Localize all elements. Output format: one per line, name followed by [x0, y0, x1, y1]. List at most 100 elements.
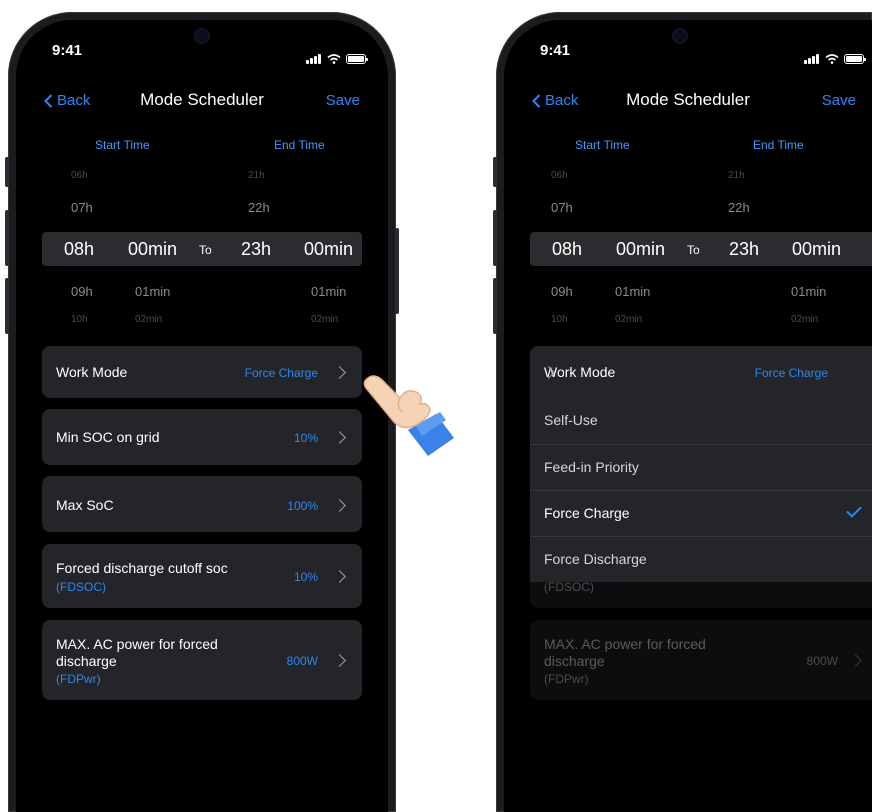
max-soc-label: Max SoC — [56, 497, 114, 513]
front-camera — [674, 30, 686, 42]
mode-option-self-use[interactable]: Self-Use — [530, 398, 872, 444]
work-mode-row[interactable]: Work Mode Force Charge — [42, 346, 362, 398]
fdpwr-label-line2: discharge — [56, 653, 117, 669]
pointing-hand-icon — [363, 375, 454, 456]
end-hour-option[interactable]: 21h — [248, 170, 265, 181]
min-soc-row[interactable]: Min SOC on grid 10% — [42, 409, 362, 465]
end-minute-option[interactable]: 01min — [791, 284, 826, 299]
mode-option-label: Force Charge — [544, 505, 630, 521]
end-hour-option[interactable]: 21h — [728, 170, 745, 181]
fdsoc-label: Forced discharge cutoff soc — [56, 560, 228, 576]
status-bar: 9:41 — [504, 42, 872, 64]
start-hour-option[interactable]: 07h — [551, 200, 573, 215]
fdsoc-row[interactable]: Forced discharge cutoff soc (FDSOC) 10% — [42, 544, 362, 608]
picker-row[interactable]: 09h 01min 01min — [16, 284, 388, 304]
end-minute-selected[interactable]: 00min — [304, 239, 353, 260]
volume-up-button — [493, 210, 497, 266]
front-camera — [196, 30, 208, 42]
mute-switch — [5, 157, 9, 187]
mode-option-label: Force Discharge — [544, 551, 647, 567]
start-minute-option[interactable]: 02min — [615, 314, 642, 325]
start-minute-option[interactable]: 02min — [135, 314, 162, 325]
chevron-right-icon — [333, 366, 346, 379]
end-minute-option[interactable]: 01min — [311, 284, 346, 299]
fdsoc-value: 10% — [293, 570, 318, 584]
fdpwr-value: 800W — [286, 654, 318, 668]
signal-icon — [804, 46, 820, 64]
work-mode-dropdown: Work Mode Force Charge Self-Use Feed-in … — [530, 346, 872, 582]
start-minute-option[interactable]: 01min — [615, 284, 650, 299]
to-label: To — [687, 243, 700, 257]
chevron-right-icon — [333, 431, 346, 444]
fdpwr-sub: (FDPwr) — [544, 672, 589, 686]
picker-row[interactable]: 07h 22h — [16, 200, 388, 220]
status-icons — [804, 46, 866, 64]
phone-left: 9:41 Back Mode Scheduler Save Start Time… — [5, 12, 399, 812]
power-button — [395, 228, 399, 314]
mode-option-feed-in-priority[interactable]: Feed-in Priority — [530, 444, 872, 491]
mode-option-label: Self-Use — [544, 412, 598, 428]
status-icons — [306, 46, 368, 64]
start-time-label: Start Time — [95, 138, 150, 152]
start-hour-option[interactable]: 09h — [551, 284, 573, 299]
screen: 9:41 Back Mode Scheduler Save Start Time… — [16, 20, 388, 812]
start-minute-selected[interactable]: 00min — [616, 239, 665, 260]
volume-up-button — [5, 210, 9, 266]
work-mode-value: Force Charge — [244, 366, 318, 380]
max-soc-row[interactable]: Max SoC 100% — [42, 476, 362, 532]
start-hour-option[interactable]: 09h — [71, 284, 93, 299]
picker-selected-row[interactable]: 08h 00min To 23h 00min — [42, 232, 362, 266]
start-hour-option[interactable]: 06h — [551, 170, 568, 181]
start-hour-selected[interactable]: 08h — [64, 239, 94, 260]
signal-icon — [306, 46, 322, 64]
status-bar: 9:41 — [16, 42, 388, 64]
picker-row[interactable]: 10h 02min 02min — [16, 314, 388, 334]
save-button[interactable]: Save — [822, 92, 856, 109]
picker-row[interactable]: 06h 21h — [504, 170, 872, 190]
fdpwr-row: MAX. AC power for forced discharge (FDPw… — [530, 620, 872, 700]
end-minute-selected[interactable]: 00min — [792, 239, 841, 260]
fdpwr-value: 800W — [806, 654, 838, 668]
volume-down-button — [5, 278, 9, 334]
end-hour-option[interactable]: 22h — [728, 200, 750, 215]
work-mode-label: Work Mode — [56, 364, 128, 380]
start-minute-selected[interactable]: 00min — [128, 239, 177, 260]
start-hour-selected[interactable]: 08h — [552, 239, 582, 260]
chevron-right-icon — [333, 499, 346, 512]
mute-switch — [493, 157, 497, 187]
start-time-label: Start Time — [575, 138, 630, 152]
start-hour-option[interactable]: 07h — [71, 200, 93, 215]
battery-icon — [844, 54, 866, 64]
start-minute-option[interactable]: 01min — [135, 284, 170, 299]
page-title: Mode Scheduler — [626, 90, 750, 109]
nav-bar: Back Mode Scheduler Save — [504, 90, 872, 114]
end-time-label: End Time — [274, 138, 325, 152]
wifi-icon — [327, 54, 341, 64]
chevron-right-icon — [333, 654, 346, 667]
mode-option-force-charge[interactable]: Force Charge — [530, 490, 872, 537]
max-soc-value: 100% — [287, 499, 318, 513]
status-time: 9:41 — [540, 42, 571, 59]
end-minute-option[interactable]: 02min — [791, 314, 818, 325]
work-mode-value: Force Charge — [754, 366, 828, 380]
fdpwr-label-line1: MAX. AC power for forced — [56, 636, 218, 652]
mode-option-force-discharge[interactable]: Force Discharge — [530, 536, 872, 583]
start-hour-option[interactable]: 10h — [551, 314, 568, 325]
phone-right: 9:41 Back Mode Scheduler Save Start Time… — [493, 12, 872, 812]
start-hour-option[interactable]: 10h — [71, 314, 88, 325]
save-button[interactable]: Save — [326, 92, 360, 109]
end-hour-selected[interactable]: 23h — [729, 239, 759, 260]
end-hour-option[interactable]: 22h — [248, 200, 270, 215]
picker-row[interactable]: 09h 01min 01min — [504, 284, 872, 304]
fdpwr-label-line1: MAX. AC power for forced — [544, 636, 706, 652]
start-hour-option[interactable]: 06h — [71, 170, 88, 181]
fdpwr-row[interactable]: MAX. AC power for forced discharge (FDPw… — [42, 620, 362, 700]
picker-selected-row[interactable]: 08h 00min To 23h 00min — [530, 232, 872, 266]
picker-row[interactable]: 10h 02min 02min — [504, 314, 872, 334]
picker-row[interactable]: 06h 21h — [16, 170, 388, 190]
work-mode-row[interactable]: Work Mode Force Charge — [530, 346, 872, 398]
end-hour-selected[interactable]: 23h — [241, 239, 271, 260]
wifi-icon — [825, 54, 839, 64]
end-minute-option[interactable]: 02min — [311, 314, 338, 325]
picker-row[interactable]: 07h 22h — [504, 200, 872, 220]
